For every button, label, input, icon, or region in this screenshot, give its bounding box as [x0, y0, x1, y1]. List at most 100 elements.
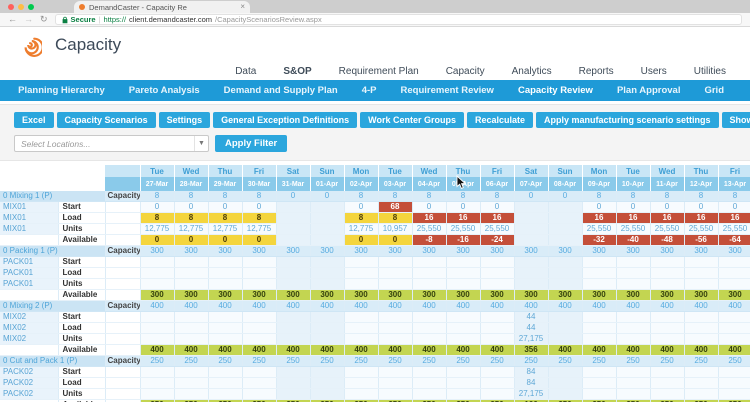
capacity-row-label: Capacity	[105, 245, 141, 257]
resource-name: PACK02	[0, 388, 59, 400]
browser-tab[interactable]: DemandCaster - Capacity Re ×	[74, 1, 250, 13]
reload-button[interactable]: ↻	[40, 15, 48, 24]
grid-cell: 300	[684, 289, 719, 301]
grid-cell	[242, 366, 277, 378]
column-header-day: Tue	[140, 165, 175, 177]
grid-cell	[378, 333, 413, 345]
nav-item-data[interactable]: Data	[235, 66, 256, 77]
work-center-groups-button[interactable]: Work Center Groups	[360, 112, 464, 128]
grid-cell	[276, 223, 311, 235]
capacity-cell: 300	[548, 245, 583, 257]
nav-item-utilities[interactable]: Utilities	[694, 66, 726, 77]
subnav-pareto-analysis[interactable]: Pareto Analysis	[129, 85, 200, 96]
grid-cell	[344, 322, 379, 334]
maximize-window-icon[interactable]	[28, 3, 34, 10]
column-header-date: 02-Apr	[344, 177, 379, 191]
nav-item-analytics[interactable]: Analytics	[512, 66, 552, 77]
apply-manufacturing-scenario-settings-button[interactable]: Apply manufacturing scenario settings	[536, 112, 719, 128]
apply-filter-button[interactable]: Apply Filter	[215, 135, 288, 152]
capacity-cell: 8	[140, 191, 175, 202]
grid-cell	[276, 322, 311, 334]
grid-cell: 84	[514, 377, 549, 389]
grid-cell: 16	[650, 212, 685, 224]
resource-name: PACK02	[0, 366, 59, 378]
recalculate-button[interactable]: Recalculate	[466, 112, 534, 128]
capacity-cell: 400	[616, 300, 651, 312]
grid-cell: 12,775	[140, 223, 175, 235]
grid-cell	[174, 256, 209, 268]
address-bar[interactable]: Secure | https://client.demandcaster.com…	[54, 14, 742, 25]
grid-cell	[310, 278, 345, 290]
spacer-cell	[105, 322, 141, 334]
nav-item-requirement-plan[interactable]: Requirement Plan	[339, 66, 419, 77]
grid-cell	[582, 267, 617, 279]
close-window-icon[interactable]	[8, 3, 14, 10]
window-controls[interactable]	[0, 0, 34, 13]
minimize-window-icon[interactable]	[18, 3, 24, 10]
subnav-requirement-review[interactable]: Requirement Review	[401, 85, 494, 96]
grid-cell: 300	[480, 289, 515, 301]
subnav-demand-supply-plan[interactable]: Demand and Supply Plan	[224, 85, 338, 96]
row-label: Available	[58, 344, 106, 356]
grid-cell: 0	[582, 201, 617, 213]
row-label: Load	[58, 377, 106, 389]
grid-cell	[412, 256, 447, 268]
nav-item-users[interactable]: Users	[641, 66, 667, 77]
subnav-grid[interactable]: Grid	[704, 85, 724, 96]
subnav-planning-hierarchy[interactable]: Planning Hierarchy	[18, 85, 105, 96]
resource-name: MIX01	[0, 212, 59, 224]
tab-close-icon[interactable]: ×	[240, 3, 245, 11]
forward-button[interactable]: →	[24, 15, 33, 24]
grid-cell	[616, 278, 651, 290]
capacity-cell: 400	[174, 300, 209, 312]
work-center-section-row: 0 Cut and Pack 1 (P) Capacity 250 250 250 250…	[0, 355, 750, 367]
show-all-work-centers-button[interactable]: Show all work centers	[721, 112, 750, 128]
app-header: Capacity	[0, 27, 750, 62]
grid-cell	[276, 201, 311, 213]
grid-cell	[582, 388, 617, 400]
subnav-capacity-review[interactable]: Capacity Review	[518, 85, 593, 96]
grid-cell	[310, 223, 345, 235]
excel-button[interactable]: Excel	[14, 112, 54, 128]
settings-button[interactable]: Settings	[158, 112, 211, 128]
column-header-date: 05-Apr	[446, 177, 481, 191]
table-row: Available 300 300 300 300 300 300 300 300 300 300 3…	[0, 289, 750, 301]
grid-cell: -24	[480, 234, 515, 246]
grid-cell	[208, 333, 243, 345]
grid-cell: 25,550	[718, 223, 750, 235]
grid-cell	[276, 311, 311, 323]
column-header-day: Wed	[412, 165, 447, 177]
filter-row: Select Locations... ▼ Apply Filter	[14, 135, 750, 152]
grid-cell	[174, 311, 209, 323]
nav-item-capacity[interactable]: Capacity	[446, 66, 485, 77]
capacity-cell: 300	[650, 245, 685, 257]
resource-name: MIX01	[0, 201, 59, 213]
capacity-cell: 300	[480, 245, 515, 257]
subnav-plan-approval[interactable]: Plan Approval	[617, 85, 681, 96]
grid-cell: 25,550	[480, 223, 515, 235]
subnav-4p[interactable]: 4-P	[362, 85, 377, 96]
locations-select[interactable]: Select Locations... ▼	[14, 135, 209, 152]
column-header-day: Thu	[446, 165, 481, 177]
capacity-cell: 300	[208, 245, 243, 257]
grid-cell: 8	[378, 212, 413, 224]
general-exception-definitions-button[interactable]: General Exception Definitions	[213, 112, 358, 128]
row-label: Units	[58, 278, 106, 290]
grid-cell	[548, 322, 583, 334]
page-title: Capacity	[55, 34, 122, 54]
spacer-cell	[105, 311, 141, 323]
grid-cell: 16	[412, 212, 447, 224]
capacity-cell: 300	[140, 245, 175, 257]
capacity-cell: 400	[242, 300, 277, 312]
nav-item-sop[interactable]: S&OP	[283, 66, 311, 77]
grid-cell: 16	[446, 212, 481, 224]
row-label: Load	[58, 267, 106, 279]
nav-item-reports[interactable]: Reports	[579, 66, 614, 77]
grid-cell	[412, 377, 447, 389]
capacity-scenarios-button[interactable]: Capacity Scenarios	[56, 112, 156, 128]
capacity-cell: 300	[310, 245, 345, 257]
spacer-cell	[105, 212, 141, 224]
back-button[interactable]: ←	[8, 15, 17, 24]
spacer-cell	[105, 267, 141, 279]
grid-cell	[378, 267, 413, 279]
